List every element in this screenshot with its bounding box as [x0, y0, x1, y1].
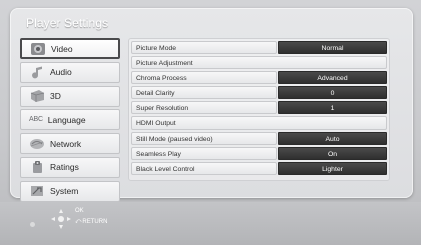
language-icon: ABC — [29, 113, 43, 127]
3d-icon — [29, 89, 45, 103]
return-hint-label: RETURN — [82, 219, 108, 225]
setting-value[interactable]: 0 — [278, 86, 387, 100]
setting-row-super-resolution[interactable]: Super Resolution 1 — [131, 101, 389, 115]
return-hint: ⤺RETURN — [75, 219, 107, 226]
sidebar-item-network[interactable]: Network — [20, 133, 120, 155]
setting-row-picture-adjustment[interactable]: Picture Adjustment — [131, 56, 389, 70]
setting-row-picture-mode[interactable]: Picture Mode Normal — [131, 41, 389, 55]
sidebar-item-video[interactable]: Video — [20, 38, 120, 59]
audio-icon — [29, 65, 45, 79]
sidebar-item-label: 3D — [50, 91, 61, 102]
setting-label: HDMI Output — [131, 116, 387, 130]
language-icon-text: ABC — [29, 116, 43, 124]
sidebar-item-language[interactable]: ABC Language — [20, 109, 120, 131]
return-icon: ⤺ — [75, 219, 82, 225]
settings-list: Picture Mode Normal Picture Adjustment C… — [128, 38, 390, 181]
setting-value[interactable]: Lighter — [278, 161, 387, 175]
setting-label: Chroma Process — [131, 71, 277, 85]
setting-value[interactable]: Normal — [278, 41, 387, 55]
setting-row-hdmi-output[interactable]: HDMI Output — [131, 116, 389, 130]
sidebar-item-system[interactable]: System — [20, 180, 120, 202]
sidebar-item-label: Language — [47, 114, 86, 125]
network-icon — [29, 137, 45, 151]
indicator-dot-icon — [30, 222, 35, 227]
setting-label: Black Level Control — [131, 161, 277, 175]
sidebar-item-label: Video — [51, 43, 73, 54]
setting-value[interactable]: Advanced — [278, 71, 387, 85]
ratings-icon — [29, 160, 45, 174]
setting-label: Super Resolution — [131, 101, 277, 115]
dpad-icon — [50, 208, 72, 230]
sidebar-item-audio[interactable]: Audio — [20, 61, 120, 83]
video-icon — [30, 42, 46, 56]
setting-value[interactable]: 1 — [278, 101, 387, 115]
setting-label: Picture Mode — [131, 41, 277, 55]
sidebar-item-ratings[interactable]: Ratings — [20, 156, 120, 178]
setting-row-black-level-control[interactable]: Black Level Control Lighter — [131, 161, 389, 175]
setting-row-chroma-process[interactable]: Chroma Process Advanced — [131, 71, 389, 85]
page-title: Player Settings — [26, 16, 109, 30]
setting-row-detail-clarity[interactable]: Detail Clarity 0 — [131, 86, 389, 100]
setting-value[interactable]: Auto — [278, 131, 387, 145]
sidebar-item-3d[interactable]: 3D — [20, 85, 120, 107]
setting-label: Seamless Play — [131, 146, 277, 160]
sidebar-item-label: Ratings — [50, 162, 79, 173]
setting-row-still-mode[interactable]: Still Mode (paused video) Auto — [131, 131, 389, 145]
system-icon — [29, 184, 45, 198]
setting-row-seamless-play[interactable]: Seamless Play On — [131, 146, 389, 160]
setting-value[interactable]: On — [278, 146, 387, 160]
ok-hint: OK — [75, 208, 84, 214]
sidebar-item-label: Audio — [50, 67, 72, 78]
setting-label: Detail Clarity — [131, 86, 277, 100]
sidebar: Video Audio 3D ABC Language Network Rati… — [20, 38, 120, 205]
setting-label: Still Mode (paused video) — [131, 131, 277, 145]
setting-label: Picture Adjustment — [131, 56, 387, 70]
sidebar-item-label: Network — [50, 138, 82, 149]
sidebar-item-label: System — [50, 186, 79, 197]
